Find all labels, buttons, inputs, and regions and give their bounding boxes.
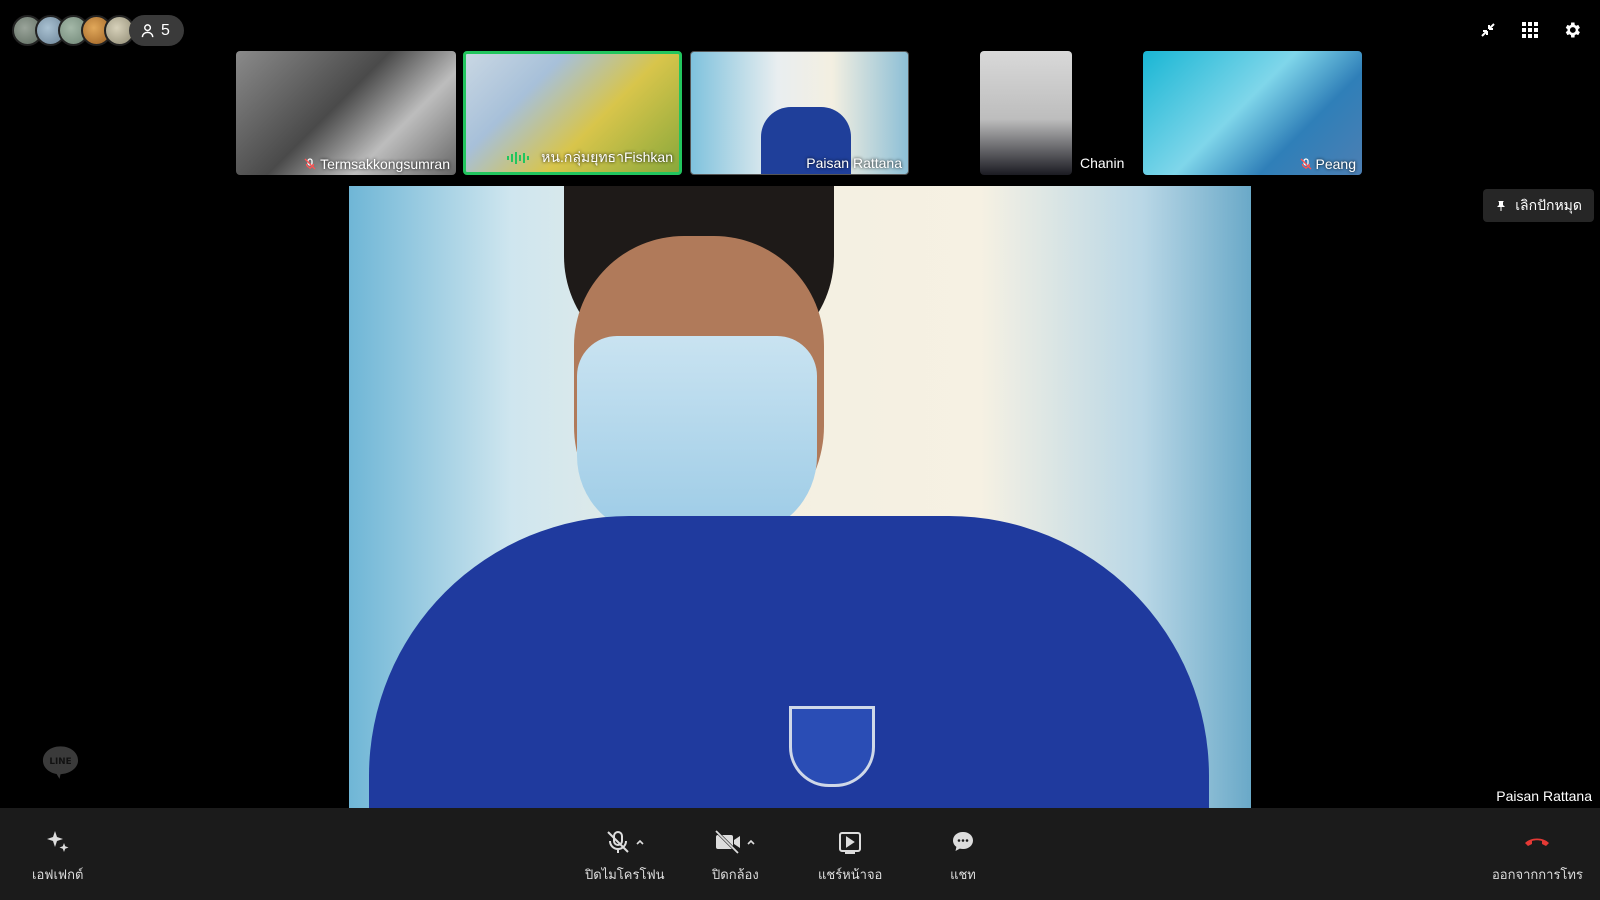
participant-tile-label: Termsakkongsumran	[304, 156, 450, 172]
effects-label: เอฟเฟกต์	[32, 867, 84, 882]
audio-level-icon	[507, 152, 530, 164]
camera-off-icon	[715, 829, 741, 855]
participant-name: Chanin	[1080, 155, 1125, 171]
main-speaker-name: Paisan Rattana	[1496, 788, 1592, 804]
participant-name: Termsakkongsumran	[320, 156, 450, 172]
participant-count-button[interactable]: 5	[129, 15, 184, 46]
participant-tile[interactable]: Peang	[1143, 51, 1362, 175]
participant-tile[interactable]: Paisan Rattana	[690, 51, 909, 175]
participants-avatars[interactable]: 5	[12, 14, 184, 47]
participant-tile-label: หน.กลุ่มยุทธาFishkan	[507, 147, 673, 169]
svg-text:LINE: LINE	[49, 757, 71, 767]
mic-label: ปิดไมโครโฟน	[585, 867, 665, 882]
shirt-logo	[789, 706, 875, 787]
chevron-up-icon[interactable]	[635, 837, 645, 847]
participant-name: Paisan Rattana	[806, 155, 902, 171]
share-label: แชร์หน้าจอ	[818, 867, 883, 882]
people-icon	[141, 24, 154, 38]
chat-bubble-icon	[953, 832, 973, 851]
leave-label: ออกจากการโทร	[1492, 867, 1583, 882]
line-logo-icon[interactable]: LINE	[41, 744, 80, 780]
effects-button[interactable]: เอฟเฟกต์	[32, 828, 83, 885]
apps-grid-icon[interactable]	[1520, 20, 1540, 40]
mic-off-icon	[607, 831, 629, 853]
participant-tile[interactable]: หน.กลุ่มยุทธาFishkan	[463, 51, 682, 175]
pin-icon	[1497, 200, 1506, 211]
unpin-button[interactable]: เลิกปักหมุด	[1483, 189, 1594, 222]
share-screen-icon	[839, 832, 862, 854]
participant-filmstrip: Termsakkongsumran หน.กลุ่มยุทธาFishkan P…	[0, 51, 1600, 175]
participant-name: Peang	[1315, 156, 1356, 172]
main-video-feed	[349, 186, 1251, 808]
participant-tile-label: Peang	[1300, 156, 1356, 172]
participant-tile[interactable]: Termsakkongsumran	[236, 51, 456, 175]
participant-tile-label: Paisan Rattana	[806, 155, 902, 171]
mic-off-icon	[1300, 158, 1311, 170]
minimize-icon[interactable]	[1478, 20, 1498, 40]
sparkle-effects-icon	[46, 831, 69, 852]
hang-up-phone-icon	[1525, 838, 1550, 846]
camera-label: ปิดกล้อง	[712, 867, 759, 882]
settings-gear-icon[interactable]	[1562, 20, 1582, 40]
chat-label: แชท	[950, 867, 976, 882]
participant-tile[interactable]	[980, 51, 1072, 175]
participant-name: หน.กลุ่มยุทธาFishkan	[541, 149, 673, 165]
mic-toggle-button[interactable]: ปิดไมโครโฟน	[585, 828, 665, 885]
leave-call-button[interactable]: ออกจากการโทร	[1492, 828, 1583, 885]
participant-count: 5	[161, 21, 170, 39]
mic-off-icon	[304, 158, 316, 170]
top-right-controls	[1478, 20, 1582, 40]
speaker-mask	[577, 336, 817, 536]
unpin-label: เลิกปักหมุด	[1515, 196, 1582, 213]
share-screen-button[interactable]: แชร์หน้าจอ	[818, 828, 882, 885]
chat-button[interactable]: แชท	[950, 828, 976, 885]
camera-toggle-button[interactable]: ปิดกล้อง	[712, 828, 759, 885]
bottom-toolbar: เอฟเฟกต์ ปิดไมโครโฟน ปิดกล้อง แชร์หน้าจอ	[0, 808, 1600, 900]
speaker-shirt	[369, 516, 1209, 808]
chevron-up-icon[interactable]	[746, 837, 756, 847]
